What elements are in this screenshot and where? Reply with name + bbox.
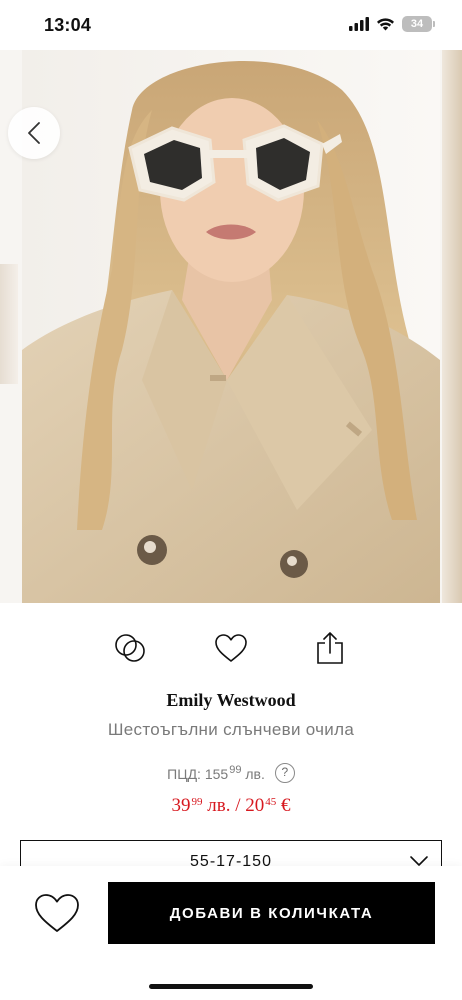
status-bar: 13:04 34 [0,0,462,50]
price-bgn-main: 39 [171,795,191,816]
back-button[interactable] [8,107,60,159]
price-eur-currency: € [280,795,291,816]
battery-icon: 34 [402,16,435,32]
wifi-icon [377,18,394,31]
product-name: Шестоъгълни слънчеви очила [107,720,355,739]
bottom-action-bar: ДОБАВИ В КОЛИЧКАТА [0,866,462,1000]
cellular-signal-icon [349,17,369,31]
chevron-left-icon [28,122,40,144]
home-indicator[interactable] [149,984,313,989]
next-image-peek[interactable] [442,50,462,603]
rrp-main: 155 [204,766,229,782]
product-brand[interactable]: Emily Westwood [0,690,462,711]
product-photo [22,50,440,603]
wishlist-heart-button[interactable] [211,628,251,668]
battery-level: 34 [410,18,424,30]
status-icons: 34 [349,16,435,32]
price-eur-cents: 45 [265,796,277,808]
recommended-retail-price: ПЦД: 15599 лв. ? [0,763,462,783]
compare-button[interactable] [110,628,150,668]
price-bgn-currency: лв. [207,795,231,816]
product-image-gallery[interactable] [0,50,462,603]
price-eur-main: 20 [245,795,265,816]
compare-rings-icon [115,634,145,662]
price-bgn-cents: 99 [191,796,203,808]
rrp-text: ПЦД: 15599 лв. [167,764,265,782]
rrp-label: ПЦД: [167,766,201,782]
price-separator: / [235,795,241,816]
add-to-wishlist-button[interactable] [32,888,82,938]
share-button[interactable] [310,628,350,668]
product-price: 3999 лв. / 2045 € [0,795,462,817]
question-help-icon[interactable]: ? [274,763,295,783]
rrp-currency: лв. [245,766,265,782]
rrp-amount: 15599 [204,764,242,782]
add-to-cart-button[interactable]: ДОБАВИ В КОЛИЧКАТА [108,882,435,944]
heart-outline-icon [35,894,79,932]
previous-image-peek[interactable] [0,264,18,384]
heart-outline-icon [215,634,247,662]
status-time: 13:04 [44,15,92,35]
share-icon [317,632,343,664]
rrp-cents: 99 [229,764,242,776]
product-actions [0,628,462,672]
